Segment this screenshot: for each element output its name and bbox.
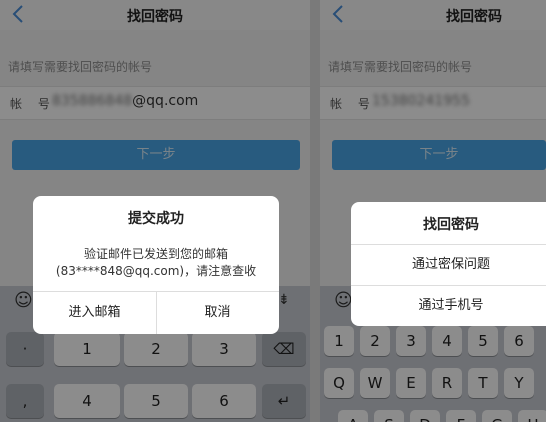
phone-number-option[interactable]: 通过手机号 <box>351 285 546 326</box>
panel-divider <box>310 0 320 422</box>
success-dialog: 提交成功 验证邮件已发送到您的邮箱 (83****848@qq.com)，请注意… <box>33 196 279 334</box>
menu-title: 找回密码 <box>423 217 479 233</box>
left-screen: 找回密码 请填写需要找回密码的帐号 帐 号 835886848@qq.com 下… <box>0 0 310 422</box>
enter-mailbox-button[interactable]: 进入邮箱 <box>33 292 156 334</box>
dialog-buttons: 进入邮箱 取消 <box>33 291 279 334</box>
dialog-message-line1: 验证邮件已发送到您的邮箱 <box>83 247 228 261</box>
security-question-option[interactable]: 通过密保问题 <box>351 244 546 285</box>
recover-method-menu: 找回密码 通过密保问题 通过手机号 <box>351 202 546 326</box>
dialog-title: 提交成功 <box>128 211 184 227</box>
dialog-message-line2: (83****848@qq.com)，请注意查收 <box>55 264 257 278</box>
cancel-button[interactable]: 取消 <box>156 292 279 334</box>
right-screen: 找回密码 请填写需要找回密码的帐号 帐 号 15380241955 下一步 ☺ … <box>320 0 546 422</box>
